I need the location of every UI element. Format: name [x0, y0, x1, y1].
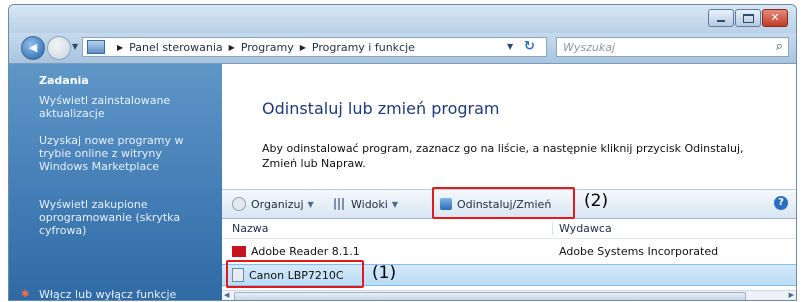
views-label: Widoki: [351, 197, 388, 211]
horizontal-scrollbar[interactable]: ◀ ▶: [222, 290, 796, 300]
scroll-right-icon[interactable]: ▶: [789, 291, 794, 299]
scrollbar-thumb[interactable]: [234, 292, 746, 300]
minimize-button[interactable]: [708, 9, 734, 27]
list-item[interactable]: Adobe Reader 8.1.1 Adobe Systems Incorpo…: [222, 242, 796, 262]
recent-pages-dropdown-icon[interactable]: ▼: [72, 42, 78, 51]
title-bar: [9, 5, 796, 33]
highlight-box-canon: [226, 260, 364, 288]
address-bar: ▼ ▶ Panel sterowania ▶ Programy ▶ Progra…: [9, 33, 796, 64]
breadcrumb-control-panel[interactable]: Panel sterowania: [129, 41, 223, 54]
address-dropdown-icon[interactable]: ▼: [507, 42, 513, 51]
callout-2: (2): [584, 191, 609, 211]
breadcrumb[interactable]: ▶ Panel sterowania ▶ Programy ▶ Programy…: [82, 37, 547, 57]
sidebar-title: Zadania: [39, 74, 89, 87]
breadcrumb-programs[interactable]: Programy: [241, 41, 294, 54]
programs-window: ▼ ▶ Panel sterowania ▶ Programy ▶ Progra…: [8, 4, 797, 301]
program-name: Adobe Reader 8.1.1: [251, 245, 360, 258]
shield-icon: ✱: [21, 289, 30, 300]
page-title: Odinstaluj lub zmień program: [262, 99, 500, 118]
breadcrumb-programs-features[interactable]: Programy i funkcje: [312, 41, 415, 54]
list-item-name: Adobe Reader 8.1.1: [232, 245, 360, 258]
sidebar-link-digital-locker[interactable]: Wyświetl zakupione oprogramowanie (skryt…: [39, 198, 199, 237]
chevron-down-icon: ▼: [307, 199, 314, 209]
sidebar-link-view-updates[interactable]: Wyświetl zainstalowane aktualizacje: [39, 94, 199, 120]
chevron-right-icon[interactable]: ▶: [300, 43, 306, 52]
highlight-box-uninstall: [432, 187, 575, 219]
organize-label: Organizuj: [251, 197, 304, 211]
forward-button[interactable]: [47, 36, 71, 60]
chevron-down-icon: ▼: [391, 199, 398, 209]
help-icon[interactable]: ?: [774, 196, 788, 210]
list-header: Nazwa Wydawca: [222, 221, 796, 239]
scroll-left-icon[interactable]: ◀: [224, 291, 229, 299]
main-pane: Odinstaluj lub zmień program Aby odinsta…: [222, 64, 796, 300]
search-input[interactable]: Wyszukaj ⌕: [556, 37, 789, 57]
sidebar-link-windows-features[interactable]: Włącz lub wyłącz funkcje: [39, 288, 199, 300]
back-button[interactable]: [21, 36, 45, 60]
program-publisher: Adobe Systems Incorporated: [559, 245, 719, 258]
organize-button[interactable]: Organizuj ▼: [232, 190, 314, 218]
organize-icon: [232, 197, 246, 211]
views-icon: [334, 198, 346, 210]
chevron-right-icon[interactable]: ▶: [229, 43, 235, 52]
page-description: Aby odinstalować program, zaznacz go na …: [262, 142, 744, 170]
refresh-icon[interactable]: ↻: [524, 39, 535, 54]
search-icon[interactable]: ⌕: [776, 39, 783, 54]
chevron-right-icon[interactable]: ▶: [117, 43, 123, 52]
control-panel-icon: [87, 40, 105, 54]
sidebar-link-marketplace[interactable]: Uzyskaj nowe programy w trybie online z …: [39, 134, 199, 173]
callout-1: (1): [372, 263, 397, 283]
tasks-sidebar: Zadania Wyświetl zainstalowane aktualiza…: [9, 64, 222, 300]
maximize-button[interactable]: [735, 9, 761, 27]
search-placeholder: Wyszukaj: [563, 41, 616, 54]
adobe-reader-icon: [232, 246, 246, 257]
views-button[interactable]: Widoki ▼: [334, 190, 398, 218]
column-header-name[interactable]: Nazwa: [232, 222, 268, 235]
window-controls: [707, 9, 788, 27]
close-button[interactable]: [762, 9, 788, 27]
column-header-publisher[interactable]: Wydawca: [552, 222, 612, 235]
